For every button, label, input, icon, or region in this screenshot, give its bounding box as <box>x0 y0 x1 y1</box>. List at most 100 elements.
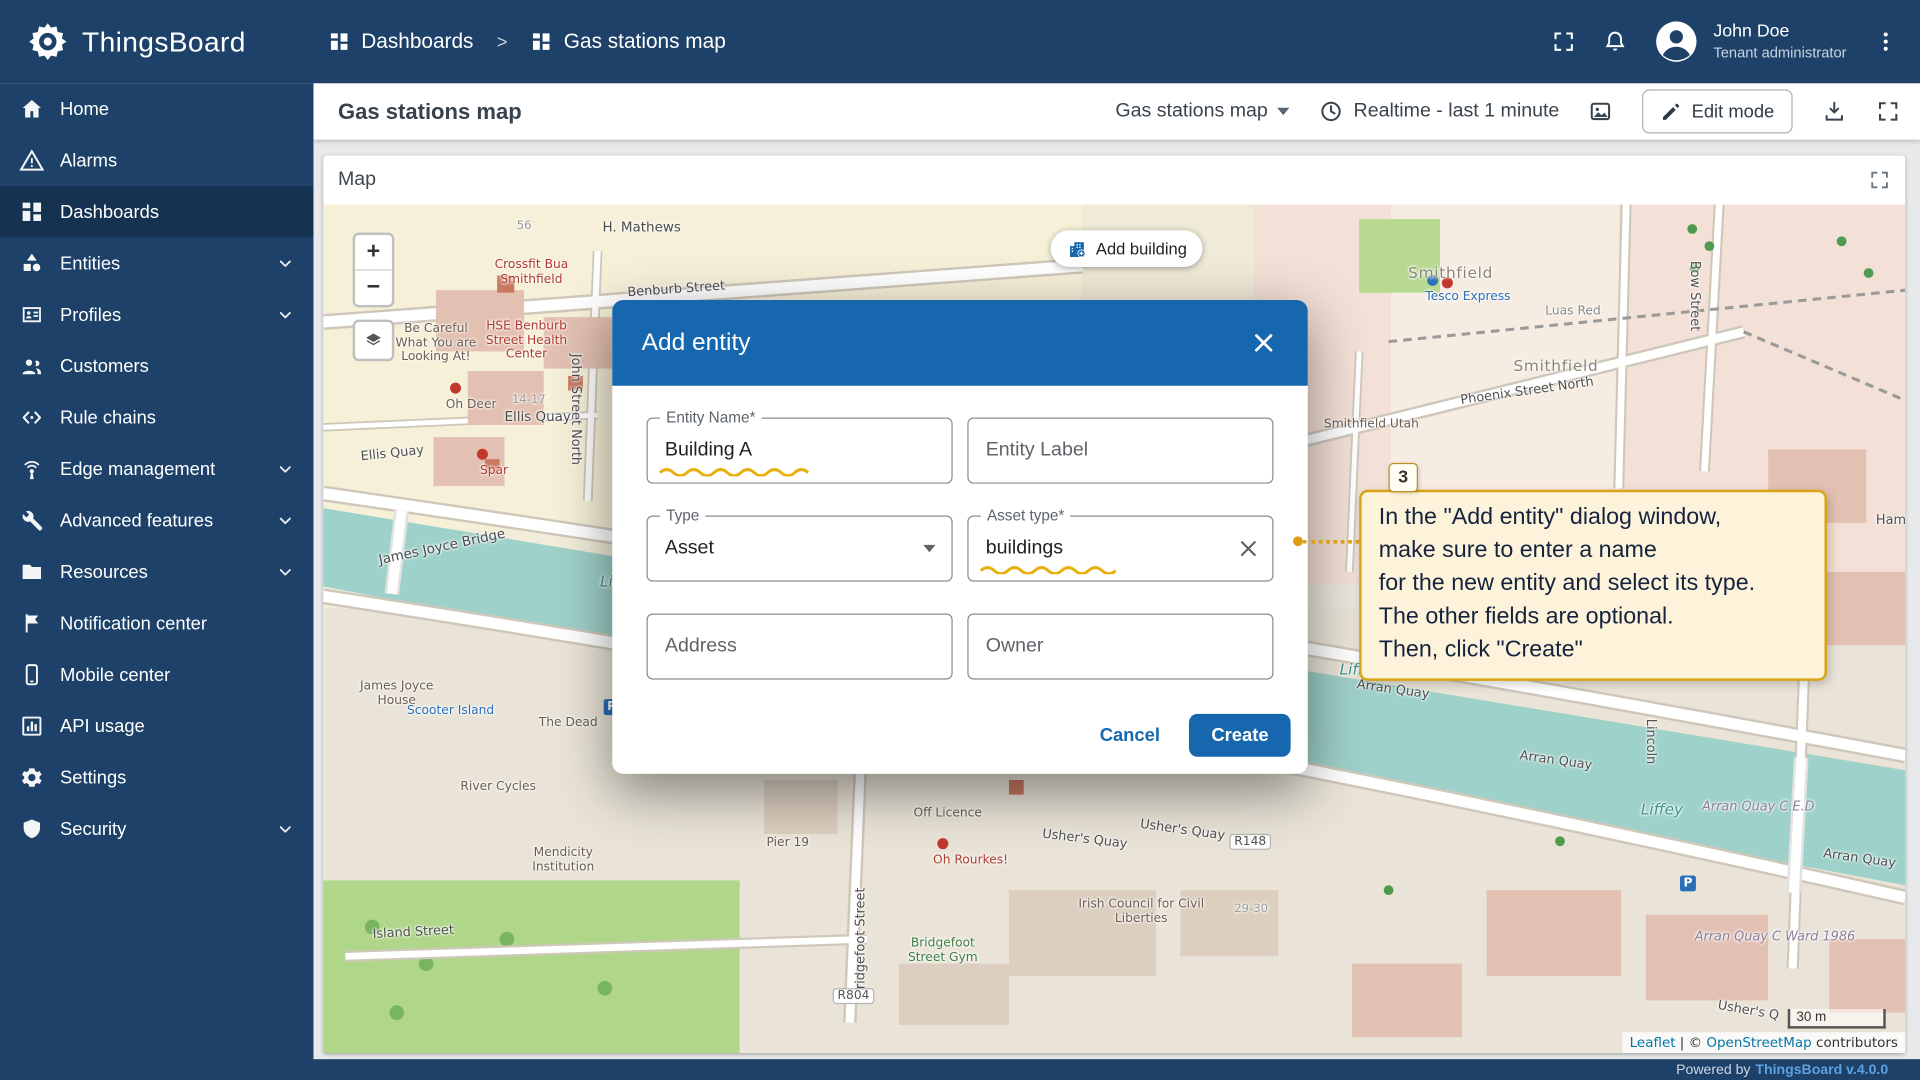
sidebar-item-label: Security <box>60 819 274 840</box>
owner-field[interactable] <box>967 613 1273 679</box>
create-button[interactable]: Create <box>1189 714 1290 757</box>
sidebar-item-notification-center[interactable]: Notification center <box>0 598 313 649</box>
close-icon[interactable] <box>1249 328 1278 357</box>
map-label: H. Mathews <box>602 219 680 235</box>
fullscreen-icon <box>1552 29 1576 53</box>
map-label: P <box>1680 876 1696 892</box>
fullscreen-button[interactable] <box>1552 29 1576 53</box>
chevron-down-icon <box>274 252 296 274</box>
rule-chains-icon <box>20 405 44 429</box>
sidebar-item-customers[interactable]: Customers <box>0 340 313 391</box>
sidebar-item-rule-chains[interactable]: Rule chains <box>0 392 313 443</box>
asset-type-field[interactable]: Asset type* <box>967 516 1273 582</box>
cancel-button[interactable]: Cancel <box>1083 715 1178 755</box>
type-select[interactable]: Asset <box>648 517 952 581</box>
map-label: Usher's Quay <box>1139 817 1226 843</box>
powered-by-label: Powered by <box>1676 1062 1750 1077</box>
user-menu[interactable]: John Doe Tenant administrator <box>1655 20 1847 64</box>
map-label: Oh Deer <box>446 398 497 411</box>
map-label: R804 <box>833 988 875 1004</box>
map-label: Phoenix Street North <box>1460 374 1595 407</box>
entity-label-input[interactable] <box>969 419 1273 483</box>
sidebar-item-dashboards[interactable]: Dashboards <box>0 186 313 237</box>
clear-icon[interactable] <box>1236 536 1262 562</box>
profiles-icon <box>20 302 44 326</box>
more-menu-button[interactable] <box>1873 29 1897 53</box>
add-building-button[interactable]: Add building <box>1051 230 1203 267</box>
chevron-down-icon <box>274 818 296 840</box>
widget-header: Map <box>323 156 1905 205</box>
annotation-line: The other fields are optional. <box>1379 600 1808 633</box>
sidebar-item-mobile-center[interactable]: Mobile center <box>0 649 313 700</box>
map-label: Luas Red <box>1545 305 1600 318</box>
download-icon <box>1822 99 1846 123</box>
map-label: Scooter Island <box>402 704 500 718</box>
map-label: 14-17 <box>512 393 546 406</box>
app-root: ThingsBoard Dashboards > Gas stations ma… <box>0 0 1920 1080</box>
leaflet-link[interactable]: Leaflet <box>1630 1035 1676 1051</box>
entity-name-input[interactable] <box>648 419 952 483</box>
toolbar-fullscreen-button[interactable] <box>1876 99 1900 123</box>
widget-fullscreen-button[interactable] <box>1869 169 1891 191</box>
osm-link[interactable]: OpenStreetMap <box>1706 1035 1811 1051</box>
map-label: Pier 19 <box>767 836 810 849</box>
edit-mode-button[interactable]: Edit mode <box>1643 89 1793 133</box>
sidebar-item-security[interactable]: Security <box>0 803 313 854</box>
entity-label-field[interactable] <box>967 418 1273 484</box>
sidebar-item-entities[interactable]: Entities <box>0 238 313 289</box>
sidebar-item-label: Home <box>60 99 296 120</box>
tutorial-annotation: 3 In the "Add entity" dialog window, mak… <box>1359 490 1827 681</box>
sidebar-item-edge-management[interactable]: Edge management <box>0 443 313 494</box>
breadcrumb-current[interactable]: Gas stations map <box>564 29 726 53</box>
annotation-line: for the new entity and select its type. <box>1379 567 1808 600</box>
map-layers-button[interactable] <box>353 320 395 362</box>
address-field[interactable] <box>647 613 953 679</box>
thingsboard-version-link[interactable]: ThingsBoard v.4.0.0 <box>1755 1062 1888 1077</box>
dashboard-state-select[interactable]: Gas stations map <box>1115 100 1289 122</box>
address-input[interactable] <box>648 615 952 679</box>
type-field[interactable]: Type Asset <box>647 516 953 582</box>
sidebar-item-label: Profiles <box>60 304 274 325</box>
sidebar-item-api-usage[interactable]: API usage <box>0 700 313 751</box>
notifications-button[interactable] <box>1603 29 1627 53</box>
sidebar-item-advanced-features[interactable]: Advanced features <box>0 495 313 546</box>
map-label: Hamm <box>1876 513 1905 528</box>
sidebar-item-settings[interactable]: Settings <box>0 752 313 803</box>
sidebar-item-home[interactable]: Home <box>0 83 313 134</box>
timewindow-button[interactable]: Realtime - last 1 minute <box>1319 99 1559 123</box>
thingsboard-logo-icon <box>24 18 71 65</box>
owner-input[interactable] <box>969 615 1273 679</box>
folder-icon <box>20 560 44 584</box>
map-label: Oh Rourkes! <box>933 853 1008 866</box>
map-label: R148 <box>1229 834 1271 850</box>
sidebar-item-label: Dashboards <box>60 201 296 222</box>
entity-name-field[interactable]: Entity Name* <box>647 418 953 484</box>
chevron-down-icon <box>1278 108 1290 115</box>
thingsboard-logo[interactable]: ThingsBoard <box>0 18 306 65</box>
chevron-down-icon <box>274 304 296 326</box>
kebab-icon <box>1873 29 1897 53</box>
asset-type-input[interactable] <box>969 517 1273 581</box>
dialog-header: Add entity <box>612 300 1308 386</box>
bell-icon <box>1603 29 1627 53</box>
map-label: The Dead <box>539 716 598 729</box>
entities-icon <box>20 251 44 275</box>
download-button[interactable] <box>1822 99 1846 123</box>
zoom-out-button[interactable]: − <box>355 269 392 305</box>
edit-mode-label: Edit mode <box>1692 101 1775 122</box>
image-export-button[interactable] <box>1589 99 1613 123</box>
sidebar-item-alarms[interactable]: Alarms <box>0 135 313 186</box>
map-label: Ellis Quay <box>360 443 425 464</box>
customers-icon <box>20 354 44 378</box>
attribution-copyright: © <box>1689 1035 1702 1051</box>
map-label: HSE Benburb Street Health Center <box>478 320 576 362</box>
sidebar-item-profiles[interactable]: Profiles <box>0 289 313 340</box>
map-label: Irish Council for Civil Liberties <box>1065 898 1217 926</box>
sidebar: Home Alarms Dashboards Entities Profiles… <box>0 83 313 1080</box>
chart-icon <box>20 714 44 738</box>
sidebar-item-resources[interactable]: Resources <box>0 546 313 597</box>
dashboard-state-value: Gas stations map <box>1115 100 1267 122</box>
chevron-down-icon <box>923 545 935 552</box>
zoom-in-button[interactable]: + <box>355 235 392 269</box>
breadcrumb-root[interactable]: Dashboards <box>361 29 473 53</box>
